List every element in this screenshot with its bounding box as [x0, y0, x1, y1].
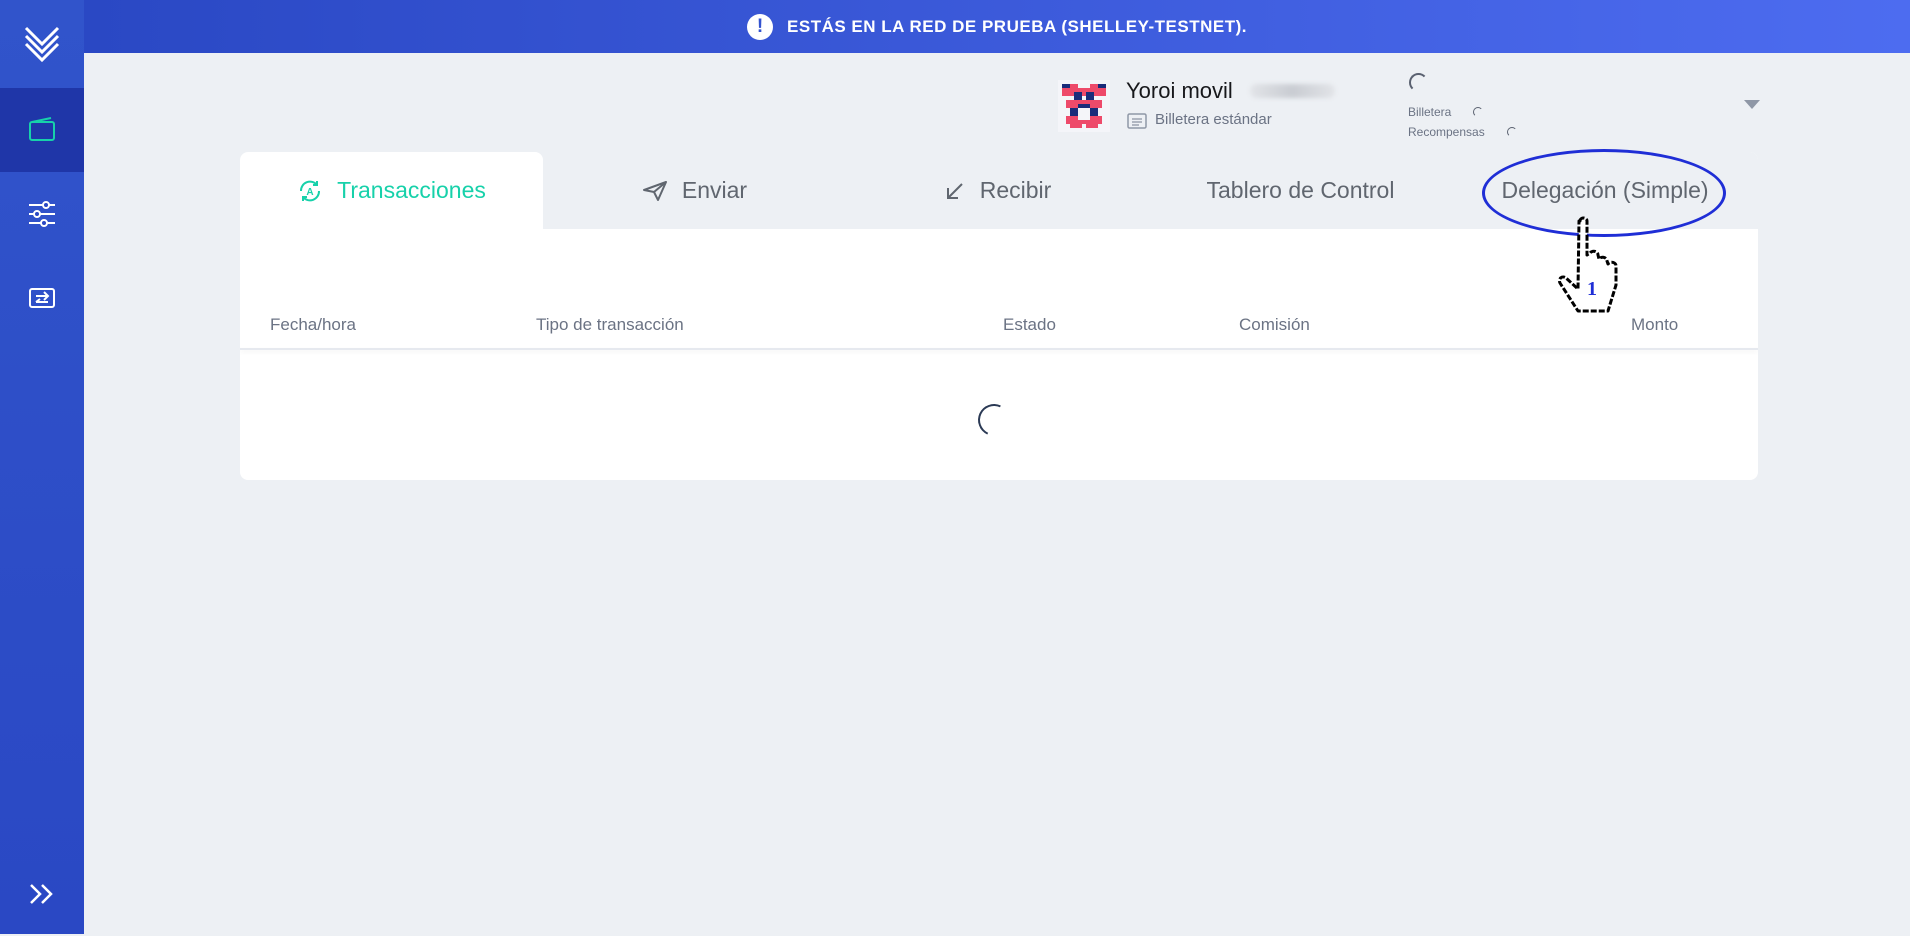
loading-spinner — [973, 399, 1015, 441]
exclamation-icon: ! — [747, 13, 774, 40]
balance-loading-spinner — [1409, 73, 1428, 92]
sidebar-item-wallets[interactable] — [0, 88, 84, 172]
wallet-icon — [29, 117, 55, 141]
rewards-spinner — [1507, 127, 1517, 137]
wallet-type: Billetera estándar — [1155, 111, 1272, 128]
column-header-monto[interactable]: Monto — [1631, 315, 1678, 335]
transactions-icon: A — [297, 178, 323, 204]
receive-arrow-icon — [944, 180, 966, 202]
column-header-estado[interactable]: Estado — [1003, 315, 1056, 335]
svg-text:A: A — [307, 187, 314, 198]
rewards-label: Recompensas — [1408, 125, 1485, 139]
wallet-type-icon — [1127, 111, 1147, 134]
sidebar — [0, 0, 84, 934]
wallet-name: Yoroi movil — [1126, 78, 1233, 103]
chevron-double-right-icon — [30, 884, 53, 904]
sidebar-item-settings[interactable] — [0, 172, 84, 256]
tab-label: Transacciones — [337, 177, 486, 203]
yoroi-logo-icon[interactable] — [0, 0, 84, 84]
tab-recibir[interactable]: Recibir — [846, 152, 1149, 229]
testnet-banner: ! ESTÁS EN LA RED DE PRUEBA (SHELLEY-TES… — [84, 0, 1910, 53]
tab-transacciones[interactable]: A Transacciones — [240, 152, 543, 229]
tab-enviar[interactable]: Enviar — [543, 152, 846, 229]
settings-sliders-icon — [29, 201, 55, 227]
balance-label: Billetera — [1408, 105, 1452, 119]
wallet-avatar[interactable] — [1058, 80, 1110, 132]
wallet-plate-blurred — [1250, 84, 1335, 98]
column-header-comision[interactable]: Comisión — [1239, 315, 1310, 335]
column-header-tipo[interactable]: Tipo de transacción — [536, 315, 684, 335]
banner-text: ESTÁS EN LA RED DE PRUEBA (SHELLEY-TESTN… — [787, 16, 1247, 36]
sidebar-item-transfer[interactable] — [0, 256, 84, 340]
tab-label: Tablero de Control — [1206, 177, 1395, 203]
column-header-fecha[interactable]: Fecha/hora — [270, 315, 356, 335]
annotation-step-number: 1 — [1587, 278, 1597, 300]
sidebar-expand-button[interactable] — [0, 852, 84, 936]
send-icon — [642, 180, 668, 202]
wallet-dropdown-arrow[interactable] — [1744, 100, 1760, 109]
balance-spinner — [1473, 107, 1483, 117]
hand-pointer-icon: 1 — [1550, 215, 1630, 320]
tab-label: Recibir — [979, 177, 1052, 203]
header-divider — [240, 348, 1758, 350]
tab-label: Enviar — [681, 177, 748, 203]
tab-tablero-de-control[interactable]: Tablero de Control — [1149, 152, 1452, 229]
transfer-icon — [29, 288, 55, 308]
